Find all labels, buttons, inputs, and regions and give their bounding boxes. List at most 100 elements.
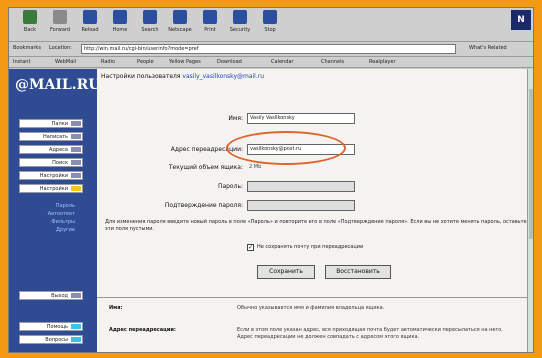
sidebar-item-help[interactable]: Помощь xyxy=(19,322,83,331)
sidebar-cyan-square-icon xyxy=(71,324,81,329)
sidebar-square-icon xyxy=(71,134,81,139)
vertical-scrollbar[interactable] xyxy=(527,69,533,352)
sidebar-square-icon xyxy=(71,173,81,178)
personal-link-calendar[interactable]: Calendar xyxy=(271,59,293,65)
personal-toolbar: Instant WebMail Radio People Yellow Pages Dow… xyxy=(9,57,533,68)
sidebar-square-icon xyxy=(71,293,81,298)
stop-button[interactable]: Stop xyxy=(255,10,285,40)
sidebar-item-logout[interactable]: Выход xyxy=(19,291,83,300)
mailbox-size-label: Текущий объем ящика: xyxy=(168,164,243,171)
security-icon xyxy=(233,10,247,24)
search-icon xyxy=(143,10,157,24)
no-save-checkbox[interactable]: ✓ xyxy=(247,244,254,251)
print-button[interactable]: Print xyxy=(195,10,225,40)
personal-link-channels[interactable]: Channels xyxy=(321,59,344,65)
netscape-icon xyxy=(173,10,187,24)
sidebar-item-label: Настройки xyxy=(39,173,68,179)
netscape-button[interactable]: Netscape xyxy=(165,10,195,40)
restore-button[interactable]: Восстановить xyxy=(325,265,391,279)
sidebar-item-folders[interactable]: Папки xyxy=(19,119,83,128)
sidebar-sublink-filters[interactable]: Фильтры xyxy=(51,219,75,225)
toolbar-button-label: Back xyxy=(23,27,37,33)
name-field[interactable]: Vasily Vasilkonsky xyxy=(247,113,355,124)
home-button[interactable]: Home xyxy=(105,10,135,40)
toolbar-button-label: Forward xyxy=(49,27,71,33)
bookmarks-button[interactable]: Bookmarks xyxy=(13,45,41,51)
forward-arrow-icon xyxy=(53,10,67,24)
mailru-logo: @MAIL.RU xyxy=(15,77,101,93)
help-term-forward: Адрес переадресации: xyxy=(109,327,176,333)
password-note: Для изменения пароля введите новый парол… xyxy=(105,219,527,232)
whats-related-button[interactable]: What's Related xyxy=(469,45,507,51)
sidebar-item-label: Настройки xyxy=(39,186,68,192)
confirm-password-label: Подтверждение пароля: xyxy=(164,202,243,209)
sidebar-item-search[interactable]: Поиск xyxy=(19,158,83,167)
browser-window: N Back Forward Reload Home Search Netscape Pri… xyxy=(8,7,534,353)
personal-link-instant[interactable]: Instant xyxy=(13,59,30,65)
forward-address-label: Адрес переадресации: xyxy=(170,146,243,153)
personal-link-yellow-pages[interactable]: Yellow Pages xyxy=(169,59,201,65)
personal-link-download[interactable]: Download xyxy=(217,59,242,65)
url-input[interactable]: http://win.mail.ru/cgi-bin/userinfo?mode… xyxy=(81,44,456,54)
sidebar-item-label: Написать xyxy=(42,134,68,140)
sidebar-item-compose[interactable]: Написать xyxy=(19,132,83,141)
help-desc-name: Обычно указывается имя и фамилия владель… xyxy=(237,305,385,311)
mail-sidebar: @MAIL.RU Папки Написать Адреса Поиск Нас… xyxy=(9,69,101,352)
password-field[interactable] xyxy=(247,181,355,192)
sidebar-item-addresses[interactable]: Адреса xyxy=(19,145,83,154)
sidebar-sublink-other[interactable]: Другие xyxy=(56,227,75,233)
location-label: Location: xyxy=(49,45,72,51)
sidebar-cyan-square-icon xyxy=(71,337,81,342)
toolbar-button-label: Stop xyxy=(264,27,276,33)
sidebar-item-label: Помощь xyxy=(46,324,68,330)
netscape-logo: N xyxy=(511,10,531,30)
toolbar-button-label: Netscape xyxy=(168,27,192,33)
name-label: Имя: xyxy=(228,115,243,122)
sidebar-item-label: Вопросы xyxy=(45,337,68,343)
help-desc-forward: Если в этом поле указан адрес, вся прихо… xyxy=(237,327,503,340)
toolbar-button-label: Print xyxy=(204,27,216,33)
sidebar-square-icon xyxy=(71,121,81,126)
sidebar-item-label: Адреса xyxy=(49,147,68,153)
page-title: Настройки пользователя vasily_vasilkonsk… xyxy=(101,73,264,80)
personal-link-people[interactable]: People xyxy=(137,59,154,65)
scrollbar-thumb[interactable] xyxy=(529,89,533,239)
location-bar: Bookmarks Location: http://win.mail.ru/c… xyxy=(9,42,533,57)
personal-link-radio[interactable]: Radio xyxy=(101,59,115,65)
help-term-name: Имя: xyxy=(109,305,123,311)
personal-link-realplayer[interactable]: Realplayer xyxy=(369,59,396,65)
page-title-text: Настройки пользователя xyxy=(101,73,181,80)
sidebar-item-faq[interactable]: Вопросы xyxy=(19,335,83,344)
confirm-password-field[interactable] xyxy=(247,200,355,211)
home-icon xyxy=(113,10,127,24)
sidebar-item-label: Поиск xyxy=(52,160,68,166)
sidebar-sublink-password[interactable]: Пароль xyxy=(56,203,75,209)
mailbox-size-value: 2 Mb xyxy=(249,164,262,170)
sidebar-item-label: Папки xyxy=(51,121,68,127)
personal-link-webmail[interactable]: WebMail xyxy=(55,59,76,65)
search-button[interactable]: Search xyxy=(135,10,165,40)
sidebar-item-settings[interactable]: Настройки xyxy=(19,184,83,193)
toolbar-button-label: Search xyxy=(141,27,159,33)
navigation-toolbar: N Back Forward Reload Home Search Netscape Pri… xyxy=(9,8,533,42)
toolbar-button-label: Reload xyxy=(81,27,99,33)
reload-icon xyxy=(83,10,97,24)
forward-button[interactable]: Forward xyxy=(45,10,75,40)
reload-button[interactable]: Reload xyxy=(75,10,105,40)
password-label: Пароль: xyxy=(217,183,243,190)
security-button[interactable]: Security xyxy=(225,10,255,40)
toolbar-button-label: Home xyxy=(112,27,128,33)
sidebar-item-label: Выход xyxy=(51,293,68,299)
back-arrow-icon xyxy=(23,10,37,24)
section-divider xyxy=(97,297,533,298)
back-button[interactable]: Back xyxy=(15,10,45,40)
sidebar-sublink-autoreply[interactable]: Автоответ xyxy=(48,211,75,217)
print-icon xyxy=(203,10,217,24)
toolbar-button-label: Security xyxy=(229,27,251,33)
no-save-checkbox-label: Не сохранять почту при переадресации xyxy=(257,244,364,250)
sidebar-item-options[interactable]: Настройки xyxy=(19,171,83,180)
save-button[interactable]: Сохранить xyxy=(257,265,315,279)
stop-icon xyxy=(263,10,277,24)
user-email-link[interactable]: vasily_vasilkonsky@mail.ru xyxy=(182,73,264,80)
sidebar-active-square-icon xyxy=(71,186,81,191)
